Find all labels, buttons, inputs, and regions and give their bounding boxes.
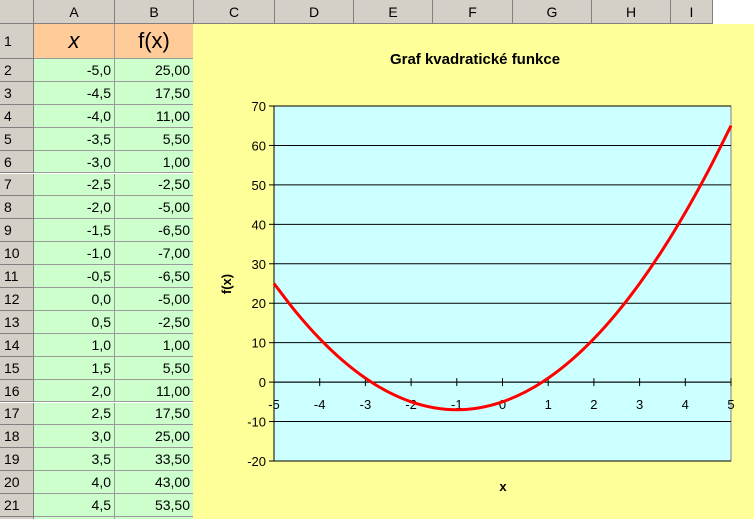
cell-x[interactable]: -1,0	[34, 242, 115, 266]
column-header-h[interactable]: H	[592, 0, 671, 24]
header-cell-fx[interactable]: f(x)	[115, 24, 194, 59]
cell-fx[interactable]: -2,50	[115, 310, 194, 334]
chart-svg: Graf kvadratické funkce 706050403020100-…	[219, 51, 735, 494]
y-tick-label: 30	[252, 257, 266, 272]
cell-fx[interactable]: 33,50	[115, 448, 194, 472]
row-header-2[interactable]: 2	[0, 59, 34, 82]
cell-fx[interactable]: 11,00	[115, 379, 194, 403]
y-axis-label: f(x)	[219, 274, 234, 294]
y-tick-label: 0	[259, 375, 266, 390]
cell-x[interactable]: 4,0	[34, 471, 115, 495]
cell-fx[interactable]: 11,00	[115, 104, 194, 128]
column-header-c[interactable]: C	[194, 0, 275, 24]
y-tick-label: -20	[247, 454, 266, 469]
spreadsheet: ABCDEFGHI 1 2 3 4 5 6 7 8 9 10 11 12 13 14 15 16 17 18 19 2…	[0, 0, 754, 519]
x-tick-label: 1	[545, 397, 552, 412]
x-tick-label: 4	[682, 397, 689, 412]
cell-fx[interactable]: -6,50	[115, 265, 194, 288]
column-header-e[interactable]: E	[354, 0, 433, 24]
row-header-9[interactable]: 9	[0, 219, 34, 243]
cell-fx[interactable]: 1,00	[115, 333, 194, 357]
y-tick-label: 20	[252, 296, 266, 311]
row-header-1[interactable]: 1	[0, 24, 34, 59]
column-header-a[interactable]: A	[34, 0, 115, 24]
cell-fx[interactable]: -6,50	[115, 219, 194, 243]
x-tick-label: -4	[314, 397, 326, 412]
cell-x[interactable]: -4,0	[34, 104, 115, 128]
cell-fx[interactable]: -7,00	[115, 242, 194, 266]
row-header-17[interactable]: 17	[0, 402, 34, 426]
cell-x[interactable]: 0,0	[34, 288, 115, 311]
cell-x[interactable]: 2,5	[34, 402, 115, 426]
cell-fx[interactable]: -5,00	[115, 288, 194, 311]
cell-fx[interactable]: 5,50	[115, 356, 194, 380]
cell-x[interactable]: 3,5	[34, 448, 115, 472]
cell-fx[interactable]: 17,50	[115, 402, 194, 426]
x-axis-label: x	[499, 479, 507, 494]
row-header-7[interactable]: 7	[0, 173, 34, 197]
row-header-18[interactable]: 18	[0, 425, 34, 449]
y-tick-label: 70	[252, 99, 266, 114]
row-header-15[interactable]: 15	[0, 356, 34, 380]
y-tick-label: 60	[252, 138, 266, 153]
cell-fx[interactable]: 1,00	[115, 150, 194, 174]
chart-title: Graf kvadratické funkce	[390, 51, 560, 68]
row-header-10[interactable]: 10	[0, 242, 34, 266]
row-header-13[interactable]: 13	[0, 310, 34, 334]
header-cell-x[interactable]: x	[34, 24, 115, 59]
chart[interactable]: Graf kvadratické funkce 70 60 50 40 30 20 10 0-…	[193, 24, 754, 519]
cell-x[interactable]: -2,5	[34, 173, 115, 197]
row-header-11[interactable]: 11	[0, 265, 34, 288]
cell-fx[interactable]: 17,50	[115, 81, 194, 105]
column-header-g[interactable]: G	[513, 0, 592, 24]
x-tick-label: 3	[636, 397, 643, 412]
cell-x[interactable]: -3,5	[34, 127, 115, 151]
y-tick-label: 50	[252, 178, 266, 193]
y-tick-label: 10	[252, 336, 266, 351]
row-header-6[interactable]: 6	[0, 150, 34, 174]
row-header-8[interactable]: 8	[0, 196, 34, 220]
y-tick-labels: 70 60 50 40 30 20 10 0 -10 -20	[247, 99, 266, 469]
cell-x[interactable]: -4,5	[34, 81, 115, 105]
row-header-5[interactable]: 5	[0, 127, 34, 151]
row-header-4[interactable]: 4	[0, 104, 34, 128]
cell-fx[interactable]: -5,00	[115, 196, 194, 220]
row-header-3[interactable]: 3	[0, 81, 34, 105]
y-tick-label: 40	[252, 217, 266, 232]
select-all-corner[interactable]	[0, 0, 34, 24]
cell-x[interactable]: 0,5	[34, 310, 115, 334]
cell-x[interactable]: 2,0	[34, 379, 115, 403]
cell-fx[interactable]: 25,00	[115, 425, 194, 449]
cell-x[interactable]: 4,5	[34, 494, 115, 517]
y-tick-label: -10	[247, 415, 266, 430]
x-tick-label: 5	[727, 397, 734, 412]
cell-fx[interactable]: 25,00	[115, 59, 194, 82]
cell-fx[interactable]: -2,50	[115, 173, 194, 197]
cell-fx[interactable]: 43,00	[115, 471, 194, 495]
column-header-b[interactable]: B	[115, 0, 194, 24]
row-header-20[interactable]: 20	[0, 471, 34, 495]
row-header-19[interactable]: 19	[0, 448, 34, 472]
cell-x[interactable]: 1,5	[34, 356, 115, 380]
row-header-12[interactable]: 12	[0, 288, 34, 311]
x-tick-label: -5	[268, 397, 280, 412]
cell-x[interactable]: -3,0	[34, 150, 115, 174]
cell-x[interactable]: -1,5	[34, 219, 115, 243]
column-header-i[interactable]: I	[671, 0, 713, 24]
row-header-14[interactable]: 14	[0, 333, 34, 357]
cell-x[interactable]: 1,0	[34, 333, 115, 357]
column-header-d[interactable]: D	[275, 0, 354, 24]
cell-x[interactable]: 3,0	[34, 425, 115, 449]
cell-x[interactable]: -5,0	[34, 59, 115, 82]
row-header-16[interactable]: 16	[0, 379, 34, 403]
x-tick-label: 2	[590, 397, 597, 412]
cell-x[interactable]: -0,5	[34, 265, 115, 288]
x-tick-label: -3	[360, 397, 372, 412]
row-header-21[interactable]: 21	[0, 494, 34, 517]
column-header-f[interactable]: F	[433, 0, 513, 24]
cell-x[interactable]: -2,0	[34, 196, 115, 220]
cell-fx[interactable]: 53,50	[115, 494, 194, 517]
cell-fx[interactable]: 5,50	[115, 127, 194, 151]
